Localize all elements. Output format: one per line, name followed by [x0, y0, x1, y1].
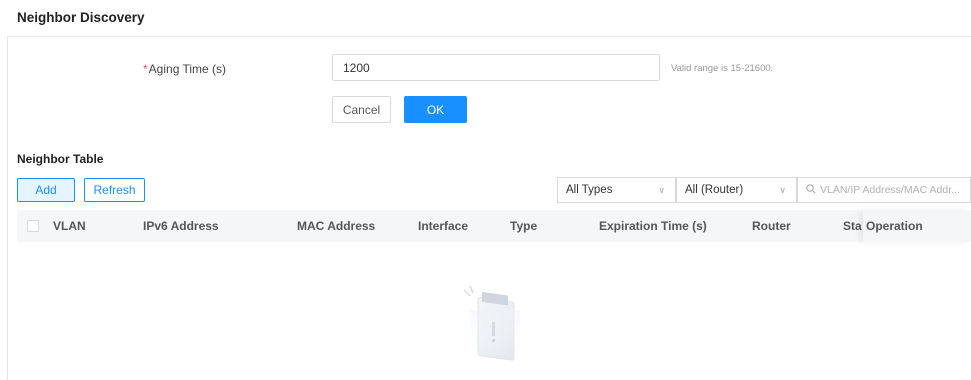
section-divider	[7, 36, 971, 37]
ok-button[interactable]: OK	[404, 96, 467, 123]
column-mac-address[interactable]: MAC Address	[297, 219, 375, 233]
neighbor-discovery-title: Neighbor Discovery	[17, 10, 145, 25]
table-header: VLAN IPv6 Address MAC Address Interface …	[17, 210, 971, 242]
column-interface[interactable]: Interface	[418, 219, 468, 233]
cancel-button[interactable]: Cancel	[332, 96, 391, 123]
aging-time-label: *Aging Time (s)	[143, 62, 226, 76]
column-expiration-time[interactable]: Expiration Time (s)	[599, 219, 707, 233]
aging-time-input[interactable]	[332, 54, 660, 81]
aging-time-label-text: Aging Time (s)	[148, 62, 227, 76]
column-router[interactable]: Router	[752, 219, 791, 233]
neighbor-table-title: Neighbor Table	[17, 152, 104, 166]
router-filter-select[interactable]: All (Router) ∨	[676, 177, 797, 203]
add-button[interactable]: Add	[17, 178, 75, 202]
column-ipv6-address[interactable]: IPv6 Address	[143, 219, 219, 233]
empty-data-icon	[440, 280, 550, 380]
type-filter-select[interactable]: All Types ∨	[557, 177, 676, 203]
search-placeholder: VLAN/IP Address/MAC Addr...	[820, 184, 960, 196]
operation-column-header: Operation	[863, 210, 971, 242]
aging-time-hint: Valid range is 15-21600.	[671, 63, 774, 74]
chevron-down-icon: ∨	[658, 185, 665, 195]
router-filter-value: All (Router)	[685, 184, 744, 196]
column-vlan[interactable]: VLAN	[53, 219, 86, 233]
column-type[interactable]: Type	[510, 219, 537, 233]
refresh-button[interactable]: Refresh	[84, 178, 145, 202]
search-input[interactable]: VLAN/IP Address/MAC Addr...	[797, 177, 971, 203]
column-operation: Operation	[866, 219, 923, 233]
column-status[interactable]: Sta	[843, 219, 862, 233]
chevron-down-icon: ∨	[779, 185, 786, 195]
required-mark: *	[143, 62, 148, 76]
select-all-checkbox[interactable]	[27, 220, 39, 232]
search-icon	[806, 183, 816, 197]
type-filter-value: All Types	[566, 184, 613, 196]
page-left-border	[7, 36, 8, 380]
